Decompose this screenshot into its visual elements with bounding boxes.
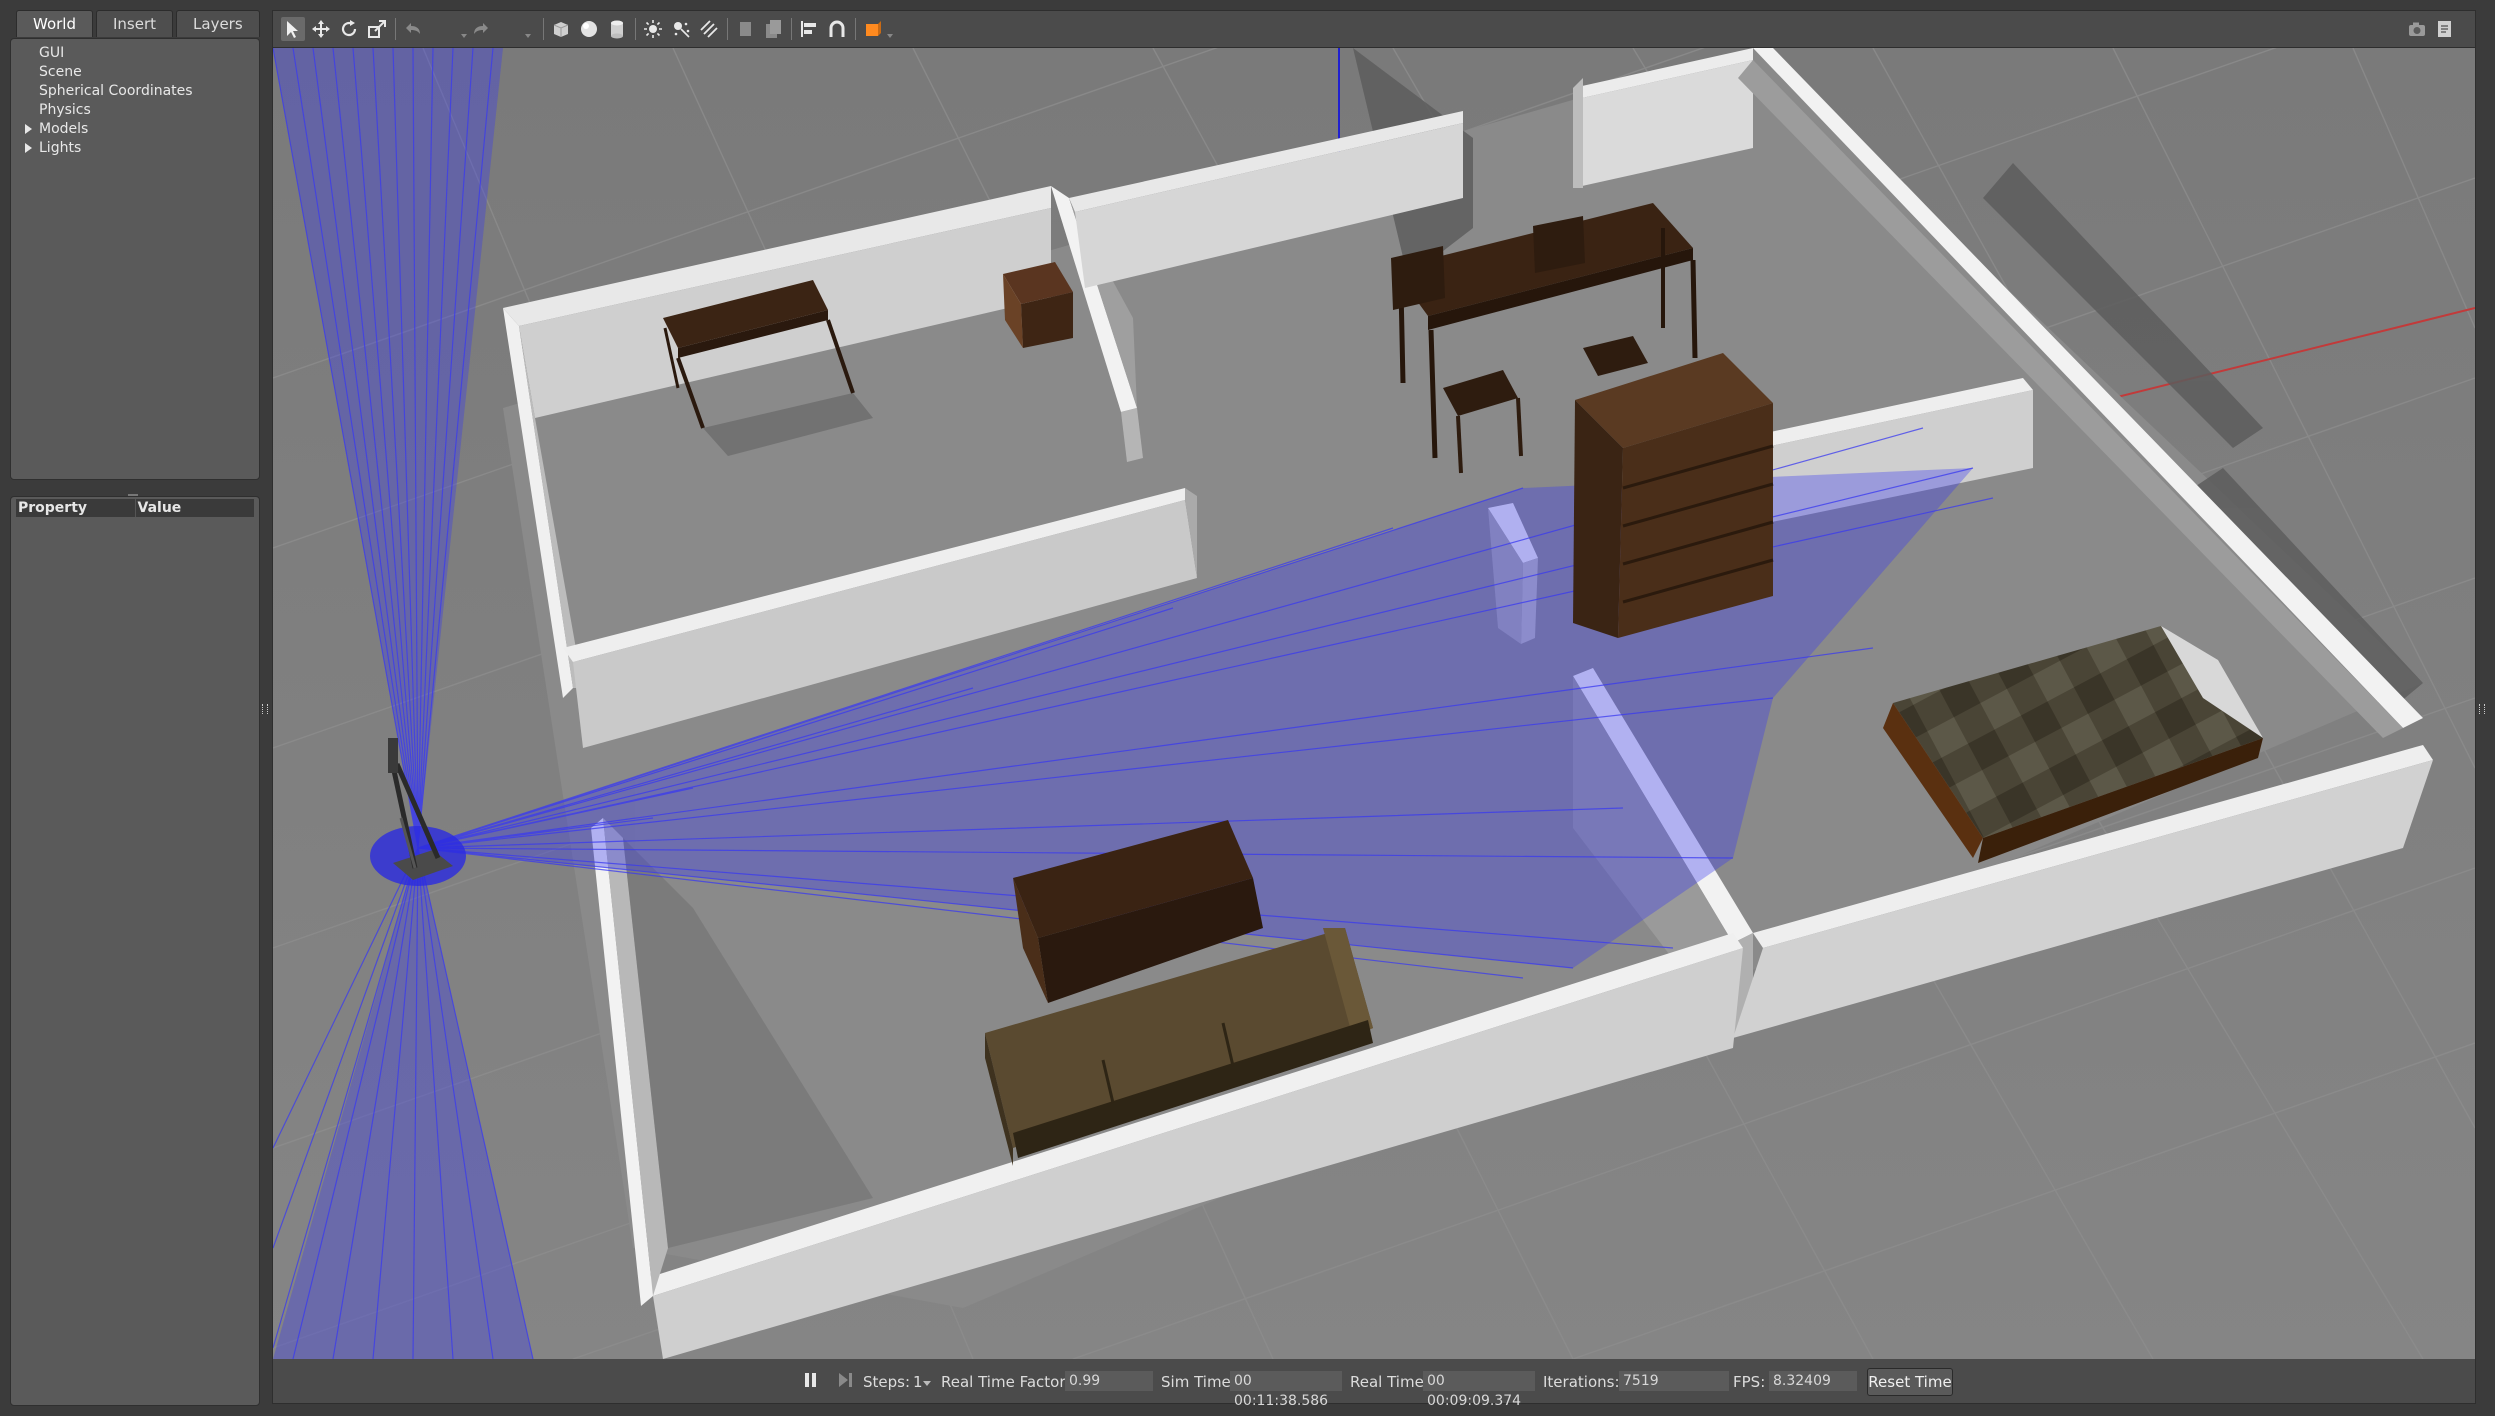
reset-time-button[interactable]: Reset Time xyxy=(1867,1368,1953,1396)
real-time-field: 00 00:09:09.374 xyxy=(1423,1371,1535,1409)
steps-dropdown-icon[interactable] xyxy=(923,1381,931,1386)
left-panel: World Insert Layers GUI Scene Spherical … xyxy=(0,0,266,1416)
view-angle-button[interactable] xyxy=(861,17,885,41)
snap-icon xyxy=(829,20,845,37)
box-shape-button[interactable] xyxy=(549,17,573,41)
sim-time-label: Sim Time: xyxy=(1161,1373,1236,1391)
scale-mode-button[interactable] xyxy=(365,17,389,41)
tree-item-scene[interactable]: Scene xyxy=(39,63,82,81)
tree-item-physics[interactable]: Physics xyxy=(39,101,91,119)
status-bar: Steps: 1 Real Time Factor: 0.99 Sim Time… xyxy=(272,1359,2476,1409)
screenshot-button[interactable] xyxy=(2405,17,2429,41)
pause-button[interactable] xyxy=(801,1370,821,1394)
property-table-header: Property Value xyxy=(16,499,254,517)
iterations-label: Iterations: xyxy=(1543,1373,1620,1391)
copy-icon xyxy=(740,22,751,36)
view-angle-icon xyxy=(866,21,881,36)
real-time-label: Real Time: xyxy=(1350,1373,1429,1391)
screenshot-icon xyxy=(2409,22,2425,36)
right-panel-collapse-handle[interactable] xyxy=(2479,704,2485,714)
tree-item-spherical-coordinates[interactable]: Spherical Coordinates xyxy=(39,82,193,100)
step-button[interactable] xyxy=(835,1370,855,1394)
toolbar xyxy=(272,10,2476,47)
redo-button[interactable] xyxy=(469,17,493,41)
left-panel-tabs: World Insert Layers xyxy=(16,10,260,38)
undo-button[interactable] xyxy=(401,17,425,41)
undo-icon xyxy=(406,23,420,34)
view-angle-dropdown-icon[interactable] xyxy=(887,34,893,38)
tree-item-label: Scene xyxy=(39,64,82,80)
point-light-icon xyxy=(644,20,662,38)
log-icon xyxy=(2438,21,2451,37)
steps-label: Steps: xyxy=(863,1373,911,1391)
real-time-factor-label: Real Time Factor: xyxy=(941,1373,1071,1391)
tab-insert[interactable]: Insert xyxy=(96,10,174,37)
point-light-button[interactable] xyxy=(641,17,665,41)
align-icon xyxy=(801,21,816,37)
tree-item-label: Models xyxy=(39,121,89,137)
steps-value[interactable]: 1 xyxy=(913,1373,923,1391)
scene-3d-render xyxy=(273,48,2475,1359)
fps-label: FPS: xyxy=(1733,1373,1766,1391)
sim-time-field: 00 00:11:38.586 xyxy=(1230,1371,1342,1409)
tab-layers[interactable]: Layers xyxy=(176,10,260,37)
undo-history-dropdown-icon[interactable] xyxy=(461,34,467,38)
translate-mode-button[interactable] xyxy=(309,17,333,41)
snap-button[interactable] xyxy=(825,17,849,41)
cylinder-shape-button[interactable] xyxy=(605,17,629,41)
tree-item-models[interactable]: Models xyxy=(25,120,89,138)
directional-light-button[interactable] xyxy=(697,17,721,41)
world-tree: GUI Scene Spherical Coordinates Physics … xyxy=(10,38,260,480)
real-time-factor-field: 0.99 xyxy=(1065,1371,1153,1391)
translate-mode-icon xyxy=(312,20,330,38)
redo-history-dropdown-icon[interactable] xyxy=(525,34,531,38)
tree-item-label: Physics xyxy=(39,102,91,118)
paste-icon xyxy=(766,20,781,38)
pause-icon xyxy=(805,1373,816,1387)
tree-item-gui[interactable]: GUI xyxy=(39,44,64,62)
tab-world[interactable]: World xyxy=(16,10,93,37)
property-column-header[interactable]: Property xyxy=(16,499,136,517)
scale-mode-icon xyxy=(368,20,386,38)
directional-light-icon xyxy=(700,20,718,38)
select-mode-icon xyxy=(287,21,298,38)
sphere-shape-icon xyxy=(581,21,597,37)
tree-item-lights[interactable]: Lights xyxy=(25,139,82,157)
scene-viewport[interactable] xyxy=(272,47,2476,1360)
spot-light-button[interactable] xyxy=(669,17,693,41)
iterations-field: 7519 xyxy=(1619,1371,1729,1391)
rotate-mode-button[interactable] xyxy=(337,17,361,41)
redo-icon xyxy=(474,23,488,34)
cylinder-shape-icon xyxy=(611,20,623,39)
value-column-header[interactable]: Value xyxy=(136,499,255,517)
select-mode-button[interactable] xyxy=(281,17,305,41)
fps-field: 8.32409 xyxy=(1769,1371,1857,1391)
property-panel: Property Value xyxy=(10,496,260,1406)
bookshelf-model[interactable] xyxy=(1573,353,1774,638)
log-button[interactable] xyxy=(2433,17,2457,41)
box-shape-icon xyxy=(553,22,569,37)
tree-item-label: GUI xyxy=(39,45,65,61)
align-button[interactable] xyxy=(797,17,821,41)
step-icon xyxy=(839,1373,852,1387)
left-panel-collapse-handle[interactable] xyxy=(262,704,268,714)
expand-arrow-icon[interactable] xyxy=(25,143,32,153)
tree-item-label: Lights xyxy=(39,140,82,156)
expand-arrow-icon[interactable] xyxy=(25,124,32,134)
spot-light-icon xyxy=(674,22,690,38)
rotate-mode-icon xyxy=(341,20,357,37)
paste-button[interactable] xyxy=(761,17,785,41)
sphere-shape-button[interactable] xyxy=(577,17,601,41)
tree-item-label: Spherical Coordinates xyxy=(39,83,193,99)
copy-button[interactable] xyxy=(733,17,757,41)
